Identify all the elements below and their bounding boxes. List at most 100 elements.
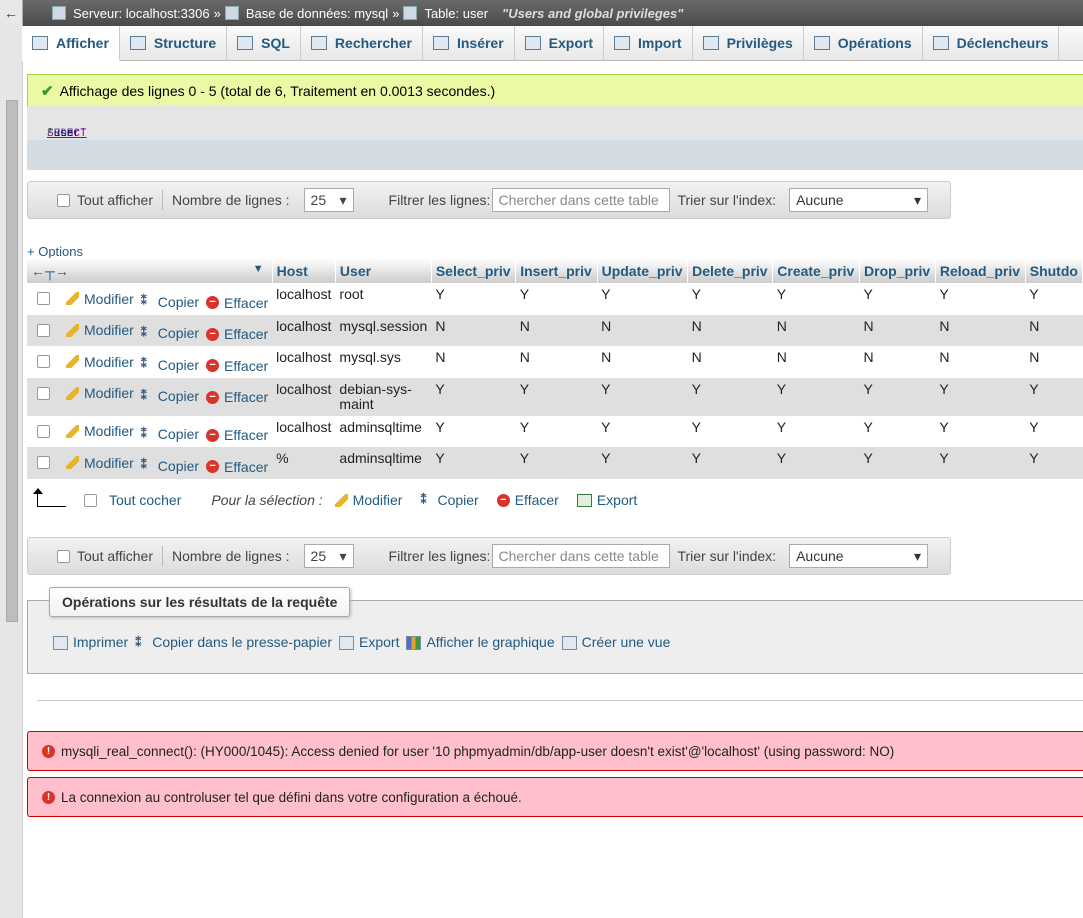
column-header-create-priv[interactable]: Create_priv — [772, 258, 861, 283]
row-checkbox[interactable] — [37, 323, 50, 337]
triggers-icon — [932, 36, 949, 50]
sort-value: Aucune — [796, 192, 844, 208]
table-cell: Y — [859, 283, 936, 315]
show-chart-button[interactable]: Afficher le graphique — [406, 634, 555, 651]
divider — [162, 190, 164, 210]
copy-row-button[interactable]: ⁑ Copier — [141, 426, 199, 442]
print-label: Imprimer — [73, 634, 129, 650]
row-checkbox[interactable] — [37, 292, 50, 305]
rows-select[interactable]: 25 ▾ — [303, 544, 354, 568]
check-all-link[interactable]: Tout cocher — [109, 492, 181, 508]
bulk-edit-button[interactable]: Modifier — [334, 492, 403, 508]
table-cell: mysql.sys — [335, 346, 432, 378]
column-header-user[interactable]: User — [335, 258, 432, 283]
tab-structure[interactable]: Structure — [120, 26, 228, 60]
delete-row-button[interactable]: − Effacer — [206, 326, 268, 342]
scrollbar-thumb[interactable] — [6, 100, 18, 622]
create-view-button[interactable]: Créer une vue — [561, 634, 670, 651]
row-checkbox[interactable] — [37, 424, 50, 438]
table-cell: Y — [431, 447, 516, 479]
edit-row-button[interactable]: Modifier — [66, 354, 134, 370]
column-header-host[interactable]: Host — [272, 258, 336, 283]
error-text: La connexion au controluser tel que défi… — [61, 789, 522, 805]
edit-row-button[interactable]: Modifier — [66, 291, 134, 307]
browse-icon — [32, 36, 48, 50]
tab-export[interactable]: Export — [515, 26, 605, 60]
tab-rechercher[interactable]: Rechercher — [301, 26, 423, 60]
sort-label: Trier sur l'index: — [677, 548, 777, 564]
breadcrumb-server[interactable]: Serveur: localhost:3306 — [73, 6, 210, 21]
filter-input[interactable]: Chercher dans cette table — [492, 544, 671, 568]
table-cell: Y — [859, 447, 936, 479]
tab-inserer[interactable]: Insérer — [423, 26, 515, 60]
tab-label: Structure — [153, 35, 217, 51]
show-chart-label: Afficher le graphique — [426, 634, 555, 650]
delete-row-button[interactable]: − Effacer — [206, 358, 268, 374]
edit-row-button[interactable]: Modifier — [66, 423, 134, 439]
bulk-actions: Tout cocher Pour la sélection : Modifier… — [33, 487, 677, 512]
rows-select[interactable]: 25 ▾ — [303, 188, 354, 212]
success-message: ✔ Affichage des lignes 0 - 5 (total de 6… — [27, 74, 1083, 108]
show-all-checkbox[interactable] — [57, 549, 70, 563]
tab-afficher[interactable]: Afficher — [22, 26, 120, 61]
column-controls[interactable]: ←┬→ ▼ — [27, 258, 273, 283]
breadcrumb-table[interactable]: Table: user — [424, 6, 488, 21]
tab-operations[interactable]: Opérations — [804, 26, 923, 60]
row-checkbox[interactable] — [37, 355, 50, 368]
options-link[interactable]: + Options — [27, 244, 83, 259]
filter-input[interactable]: Chercher dans cette table — [492, 188, 671, 212]
edit-row-button[interactable]: Modifier — [66, 322, 134, 338]
table-cell: Y — [772, 283, 860, 315]
edit-row-button[interactable]: Modifier — [66, 455, 134, 471]
copy-clipboard-button[interactable]: ⁑ Copier dans le presse-papier — [135, 634, 332, 650]
breadcrumb-database[interactable]: Base de données: mysql — [246, 6, 388, 21]
copy-row-button[interactable]: ⁑ Copier — [141, 388, 199, 404]
print-button[interactable]: Imprimer — [53, 634, 129, 651]
bulk-delete-button[interactable]: − Effacer — [496, 492, 559, 508]
table-row: Modifier ⁑ Copier − Effacer localhost mysql.se… — [27, 314, 1083, 346]
check-all-checkbox[interactable] — [84, 493, 97, 507]
column-header-shutdown-priv[interactable]: Shutdo — [1025, 258, 1083, 283]
delete-row-button[interactable]: − Effacer — [206, 459, 268, 475]
bulk-edit-label: Modifier — [352, 492, 403, 508]
row-checkbox[interactable] — [37, 386, 50, 400]
delete-row-button[interactable]: − Effacer — [206, 427, 268, 443]
delete-row-button[interactable]: − Effacer — [206, 295, 268, 311]
export-button[interactable]: Export — [339, 634, 400, 651]
copy-row-button[interactable]: ⁑ Copier — [141, 294, 199, 310]
bulk-copy-button[interactable]: ⁑ Copier — [420, 492, 478, 508]
tab-sql[interactable]: SQL — [227, 26, 301, 60]
delete-label: Effacer — [224, 458, 269, 475]
export-label: Export — [359, 634, 400, 650]
collapse-nav-button[interactable]: ← — [0, 0, 23, 26]
column-header-drop-priv[interactable]: Drop_priv — [859, 258, 936, 283]
chevron-down-icon[interactable]: ▼ — [253, 263, 264, 275]
column-header-insert-priv[interactable]: Insert_priv — [515, 258, 598, 283]
column-header-delete-priv[interactable]: Delete_priv — [687, 258, 774, 283]
bulk-delete-label: Effacer — [514, 492, 559, 508]
copy-icon: ⁑ — [420, 492, 427, 507]
wrench-icon — [813, 36, 830, 50]
column-header-update-priv[interactable]: Update_priv — [597, 258, 689, 283]
bulk-export-button[interactable]: Export — [576, 492, 637, 508]
show-all-checkbox[interactable] — [57, 193, 70, 207]
left-scrollbar[interactable] — [0, 0, 23, 918]
copy-row-button[interactable]: ⁑ Copier — [141, 325, 199, 341]
sort-index-select[interactable]: Aucune ▾ — [789, 188, 929, 212]
column-header-select-priv[interactable]: Select_priv — [431, 258, 517, 283]
tab-label: Export — [548, 35, 594, 51]
row-checkbox[interactable] — [37, 456, 50, 469]
column-header-reload-priv[interactable]: Reload_priv — [935, 258, 1026, 283]
edit-row-button[interactable]: Modifier — [66, 385, 134, 401]
delete-row-button[interactable]: − Effacer — [206, 389, 268, 405]
copy-icon: ⁑ — [135, 636, 142, 651]
error-icon: ! — [42, 744, 55, 758]
column-move-icon[interactable]: ←┬→ — [31, 263, 69, 279]
tab-declencheurs[interactable]: Déclencheurs — [923, 26, 1060, 60]
copy-row-button[interactable]: ⁑ Copier — [141, 458, 199, 474]
delete-icon: − — [496, 493, 510, 507]
sort-index-select[interactable]: Aucune ▾ — [789, 544, 929, 568]
copy-row-button[interactable]: ⁑ Copier — [141, 357, 199, 373]
tab-privileges[interactable]: Privilèges — [693, 26, 804, 60]
tab-import[interactable]: Import — [604, 26, 693, 60]
